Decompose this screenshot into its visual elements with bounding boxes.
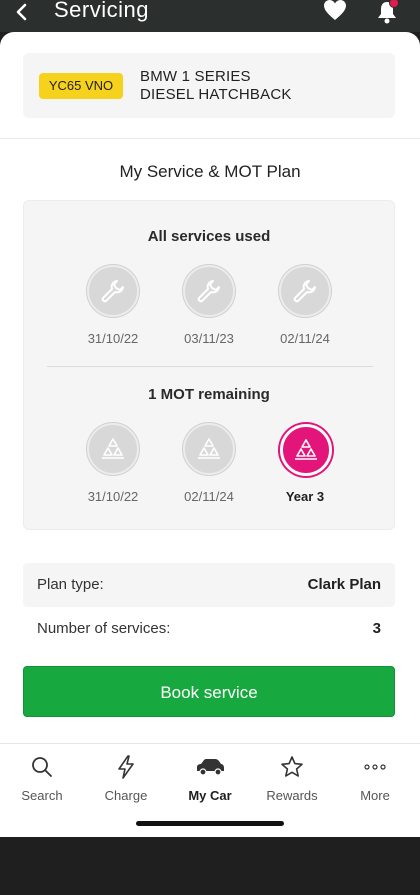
service-date: 31/10/22 (87, 331, 139, 346)
service-date: 02/11/24 (280, 331, 330, 346)
nav-label: Charge (104, 788, 148, 803)
nav-label: Rewards (266, 788, 318, 803)
content-sheet: YC65 VNO BMW 1 SERIES DIESEL HATCHBACK M… (0, 32, 420, 837)
nav-item-charge[interactable]: Charge (84, 754, 168, 803)
detail-row-plan-type: Plan type: Clark Plan (23, 563, 395, 607)
mot-heading: 1 MOT remaining (148, 386, 270, 403)
service-status-circle (279, 265, 331, 317)
service-status-circle (87, 265, 139, 317)
vehicle-card[interactable]: YC65 VNO BMW 1 SERIES DIESEL HATCHBACK (23, 53, 395, 118)
vehicle-model-line1: BMW 1 SERIES (140, 68, 251, 85)
mot-year-label: Year 3 (285, 489, 325, 504)
scroll-fade (0, 636, 420, 662)
more-icon (364, 764, 386, 770)
service-date: 03/11/23 (184, 331, 234, 346)
registration-plate: YC65 VNO (39, 73, 123, 99)
car-icon (197, 759, 224, 776)
lightning-icon (118, 755, 134, 779)
nav-item-more[interactable]: More (333, 754, 417, 803)
nav-item-my-car[interactable]: My Car (168, 754, 252, 803)
plan-summary-card: All services used 31/10/22 03/11/23 02/1… (23, 200, 395, 530)
mot-status-circle (183, 423, 235, 475)
star-icon (281, 756, 303, 777)
home-indicator (136, 821, 284, 826)
section-divider (47, 366, 373, 367)
nav-item-rewards[interactable]: Rewards (250, 754, 334, 803)
wrench-icon (101, 280, 124, 303)
wrench-icon (197, 280, 220, 303)
plan-title: My Service & MOT Plan (119, 162, 301, 181)
nav-item-search[interactable]: Search (0, 754, 84, 803)
divider (0, 138, 420, 139)
back-arrow-icon[interactable] (14, 2, 30, 22)
mot-status-circle-remaining (280, 424, 332, 476)
nav-label: My Car (188, 788, 232, 803)
mot-date: 31/10/22 (87, 489, 139, 504)
detail-key: Plan type: (37, 576, 104, 593)
vehicle-model: BMW 1 SERIES DIESEL HATCHBACK (140, 68, 292, 104)
page-title: Servicing (54, 0, 149, 22)
detail-value: 3 (372, 620, 381, 637)
vehicle-model-line2: DIESEL HATCHBACK (140, 86, 292, 103)
services-heading: All services used (147, 228, 271, 245)
search-icon (32, 757, 52, 777)
wrench-icon (293, 280, 316, 303)
app-header: Servicing (0, 0, 420, 32)
nav-label: More (360, 788, 390, 803)
bottom-nav-divider (0, 743, 420, 744)
mot-status-circle (87, 423, 139, 475)
mot-date: 02/11/24 (184, 489, 234, 504)
nav-label: Search (21, 788, 63, 803)
heart-icon[interactable] (323, 0, 347, 21)
detail-value: Clark Plan (307, 576, 381, 593)
book-service-button[interactable]: Book service (23, 666, 395, 717)
mot-triangle-icon (198, 438, 220, 459)
mot-triangle-icon (295, 439, 317, 460)
service-status-circle (183, 265, 235, 317)
detail-key: Number of services: (37, 620, 171, 637)
mot-triangle-icon (102, 438, 124, 459)
